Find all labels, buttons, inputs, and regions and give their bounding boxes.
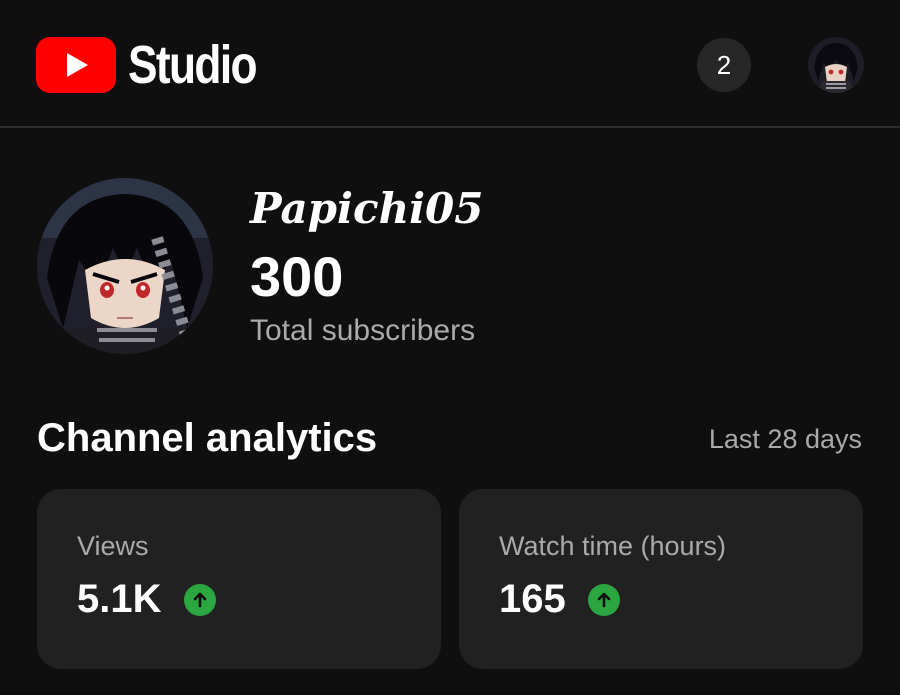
channel-name: Papichi05 xyxy=(250,184,484,233)
youtube-studio-logo[interactable]: Studio xyxy=(36,35,284,95)
analytics-title: Channel analytics xyxy=(37,416,378,460)
views-card[interactable]: Views 5.1K xyxy=(37,489,441,669)
watch-time-value-row: 165 xyxy=(499,577,620,622)
watch-time-value: 165 xyxy=(499,577,566,621)
avatar-image xyxy=(37,178,213,354)
subscriber-count: 300 xyxy=(250,245,344,308)
views-value: 5.1K xyxy=(77,577,162,621)
views-label: Views xyxy=(77,531,149,561)
watch-time-label: Watch time (hours) xyxy=(499,531,727,561)
arrow-up-icon xyxy=(587,583,620,616)
analytics-period[interactable]: Last 28 days xyxy=(709,424,862,455)
subscriber-label: Total subscribers xyxy=(250,314,476,347)
notification-count: 2 xyxy=(716,49,732,80)
arrow-up-icon xyxy=(183,583,216,616)
account-avatar[interactable] xyxy=(808,37,864,93)
avatar-image xyxy=(808,37,864,93)
notification-badge-button[interactable]: 2 xyxy=(697,38,751,92)
top-app-bar: Studio 2 xyxy=(0,0,900,128)
logo-text: Studio xyxy=(128,35,258,95)
channel-avatar[interactable] xyxy=(37,178,213,354)
youtube-play-icon xyxy=(36,37,116,93)
views-value-row: 5.1K xyxy=(77,577,216,622)
watch-time-card[interactable]: Watch time (hours) 165 xyxy=(459,489,863,669)
